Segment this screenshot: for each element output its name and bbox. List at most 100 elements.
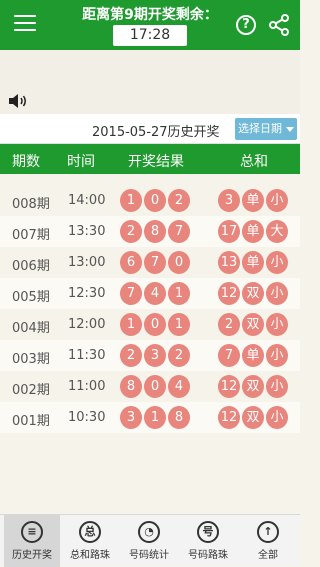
header-time: 时间 [67,154,95,170]
row-time: 13:00 [68,255,106,270]
sum-ball: 12 [218,406,240,429]
result-ball: 1 [120,189,142,212]
sum-ball: 12 [218,282,240,305]
row-period: 005期 [12,290,50,305]
big-small-ball: 小 [266,313,288,336]
result-ball: 3 [120,406,142,429]
big-small-ball: 小 [266,375,288,398]
table-row[interactable]: 004期 12:00 1 0 1 2 双 小 [0,309,300,340]
result-ball: 0 [144,189,166,212]
result-ball: 7 [144,251,166,274]
result-ball: 6 [120,251,142,274]
sum-ball: 12 [218,375,240,398]
table-row[interactable]: 005期 12:30 7 4 1 12 双 小 [0,278,300,309]
big-small-ball: 小 [266,251,288,274]
result-ball: 0 [144,375,166,398]
row-time: 12:30 [68,286,106,301]
sum-ball: 13 [218,251,240,274]
table-row[interactable]: 003期 11:30 2 3 2 7 单 小 [0,340,300,371]
speaker-icon[interactable] [8,93,28,109]
row-time: 13:30 [68,224,106,239]
table-row[interactable]: 008期 14:00 1 0 2 3 单 小 [0,185,300,216]
date-select-button[interactable]: 选择日期 [235,118,297,140]
list-icon: ≡ [21,521,43,543]
table-row[interactable]: 002期 11:00 8 0 4 12 双 小 [0,371,300,402]
table-row[interactable]: 006期 13:00 6 7 0 13 单 小 [0,247,300,278]
result-ball: 4 [144,282,166,305]
bottom-tab-bar: ≡ 历史开奖 总 总和路珠 ◔ 号码统计 号 号码路珠 ↑ 全部 [0,514,300,567]
tab-all[interactable]: ↑ 全部 [240,515,296,567]
row-period: 002期 [12,383,50,398]
header-result: 开奖结果 [128,154,184,170]
big-small-ball: 小 [266,282,288,305]
menu-icon[interactable] [14,15,36,33]
row-period: 004期 [12,321,50,336]
row-time: 12:00 [68,317,106,332]
tab-sum-trend[interactable]: 总 总和路珠 [62,515,118,567]
result-ball: 8 [168,406,190,429]
header-period: 期数 [12,154,40,170]
banner-area [0,50,300,114]
tab-number-trend[interactable]: 号 号码路珠 [180,515,236,567]
row-period: 006期 [12,259,50,274]
odd-even-ball: 单 [242,344,264,367]
upload-icon: ↑ [257,521,279,543]
result-ball: 0 [168,251,190,274]
row-period: 001期 [12,414,50,429]
tab-history[interactable]: ≡ 历史开奖 [4,515,60,567]
results-table: 008期 14:00 1 0 2 3 单 小 007期 13:30 2 8 7 … [0,174,300,433]
result-ball: 1 [168,313,190,336]
sum-trend-icon: 总 [79,521,101,543]
odd-even-ball: 单 [242,251,264,274]
row-time: 14:00 [68,193,106,208]
big-small-ball: 小 [266,406,288,429]
help-icon[interactable]: ? [236,15,256,35]
sum-ball: 2 [218,313,240,336]
tab-number-trend-label: 号码路珠 [188,550,228,561]
table-row[interactable]: 001期 10:30 3 1 8 12 双 小 [0,402,300,433]
row-time: 11:00 [68,379,106,394]
result-ball: 2 [168,189,190,212]
sum-ball: 7 [218,344,240,367]
tab-number-stats[interactable]: ◔ 号码统计 [121,515,177,567]
countdown-title: 距离第9期开奖剩余： [82,7,218,23]
result-ball: 7 [120,282,142,305]
odd-even-ball: 单 [242,189,264,212]
row-period: 003期 [12,352,50,367]
big-small-ball: 小 [266,344,288,367]
row-time: 10:30 [68,410,106,425]
tab-sum-trend-label: 总和路珠 [70,550,110,561]
result-ball: 7 [168,220,190,243]
tab-number-stats-label: 号码统计 [129,550,169,561]
table-row[interactable]: 007期 13:30 2 8 7 17 单 大 [0,216,300,247]
result-ball: 8 [144,220,166,243]
header-sum: 总和 [240,154,268,170]
result-ball: 0 [144,313,166,336]
top-bar: 距离第9期开奖剩余： 17:28 ? [0,0,300,50]
tab-all-label: 全部 [258,550,278,561]
pie-chart-icon: ◔ [138,521,160,543]
sum-ball: 3 [218,189,240,212]
row-period: 008期 [12,197,50,212]
odd-even-ball: 单 [242,220,264,243]
row-time: 11:30 [68,348,106,363]
sum-ball: 17 [218,220,240,243]
result-ball: 8 [120,375,142,398]
odd-even-ball: 双 [242,313,264,336]
countdown-timer: 17:28 [113,25,187,46]
big-small-ball: 大 [266,220,288,243]
odd-even-ball: 双 [242,406,264,429]
history-date-label: 2015-05-27历史开奖 [92,125,220,140]
result-ball: 3 [144,344,166,367]
odd-even-ball: 双 [242,375,264,398]
result-ball: 1 [168,282,190,305]
result-ball: 1 [144,406,166,429]
big-small-ball: 小 [266,189,288,212]
tab-history-label: 历史开奖 [12,550,52,561]
result-ball: 2 [120,344,142,367]
date-select-label: 选择日期 [238,122,282,135]
odd-even-ball: 双 [242,282,264,305]
result-ball: 4 [168,375,190,398]
share-icon[interactable] [268,14,290,36]
table-header: 期数 时间 开奖结果 总和 [0,144,300,174]
